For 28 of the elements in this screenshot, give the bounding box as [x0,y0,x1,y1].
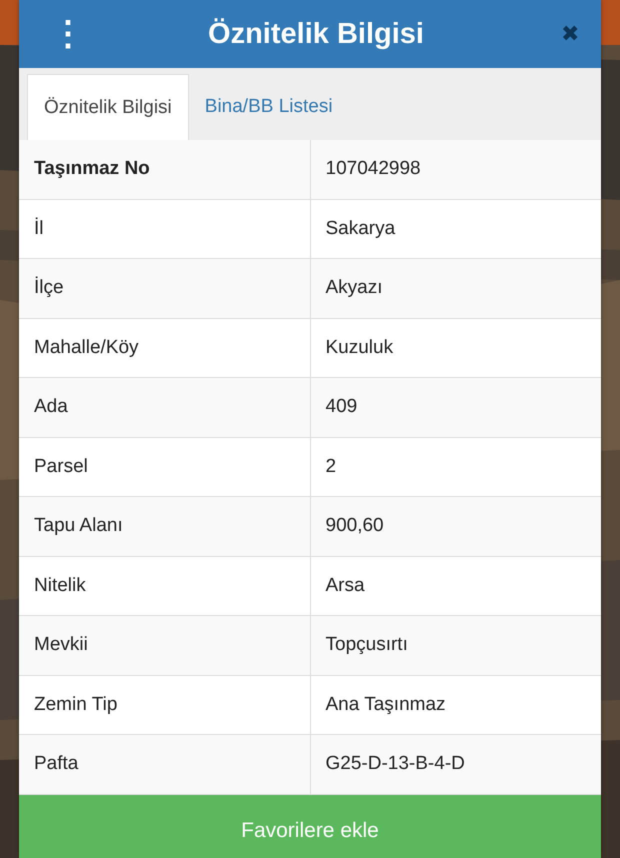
value-cell-text: 107042998 [324,157,422,182]
label-cell: Nitelik [19,556,310,615]
label-cell: Zemin Tip [19,676,310,734]
menu-icon[interactable]: ⋮ [51,17,71,51]
value-cell-text: 409 [324,395,358,420]
label-cell: Taşınmaz No [19,140,310,198]
value-cell-text: Sakarya [324,216,396,241]
value-cell-text: Akyazı [324,276,384,300]
value-cell-text: Arsa [324,574,366,598]
tab[interactable]: Öznitelik Bilgisi [27,74,189,140]
value-cell-text: Kuzuluk [324,336,394,360]
value-cell-text: Topçusırtı [324,633,409,658]
label-cell: İl [19,200,310,258]
add-favorites-button[interactable]: Favorilere ekle [19,794,601,858]
label-cell: İlçe [19,259,310,318]
value-cell-text: G25-D-13-B-4-D [324,752,466,776]
label-cell: Mevkii [19,616,310,674]
label-cell: Tapu Alanı [19,497,310,556]
value-cell-text: 2 [324,454,338,479]
close-icon[interactable]: ✖ [561,23,579,45]
label-cell: Ada [19,378,310,436]
value-cell-text: Ana Taşınmaz [324,692,447,717]
value-cell-text: 900,60 [324,514,385,538]
label-cell: Pafta [19,735,310,794]
label-cell: Parsel [19,438,310,496]
tab[interactable]: Bina/BB Listesi [188,74,349,140]
dialog-title: Öznitelik Bilgisi [207,18,425,50]
label-cell: Mahalle/Köy [19,318,310,377]
